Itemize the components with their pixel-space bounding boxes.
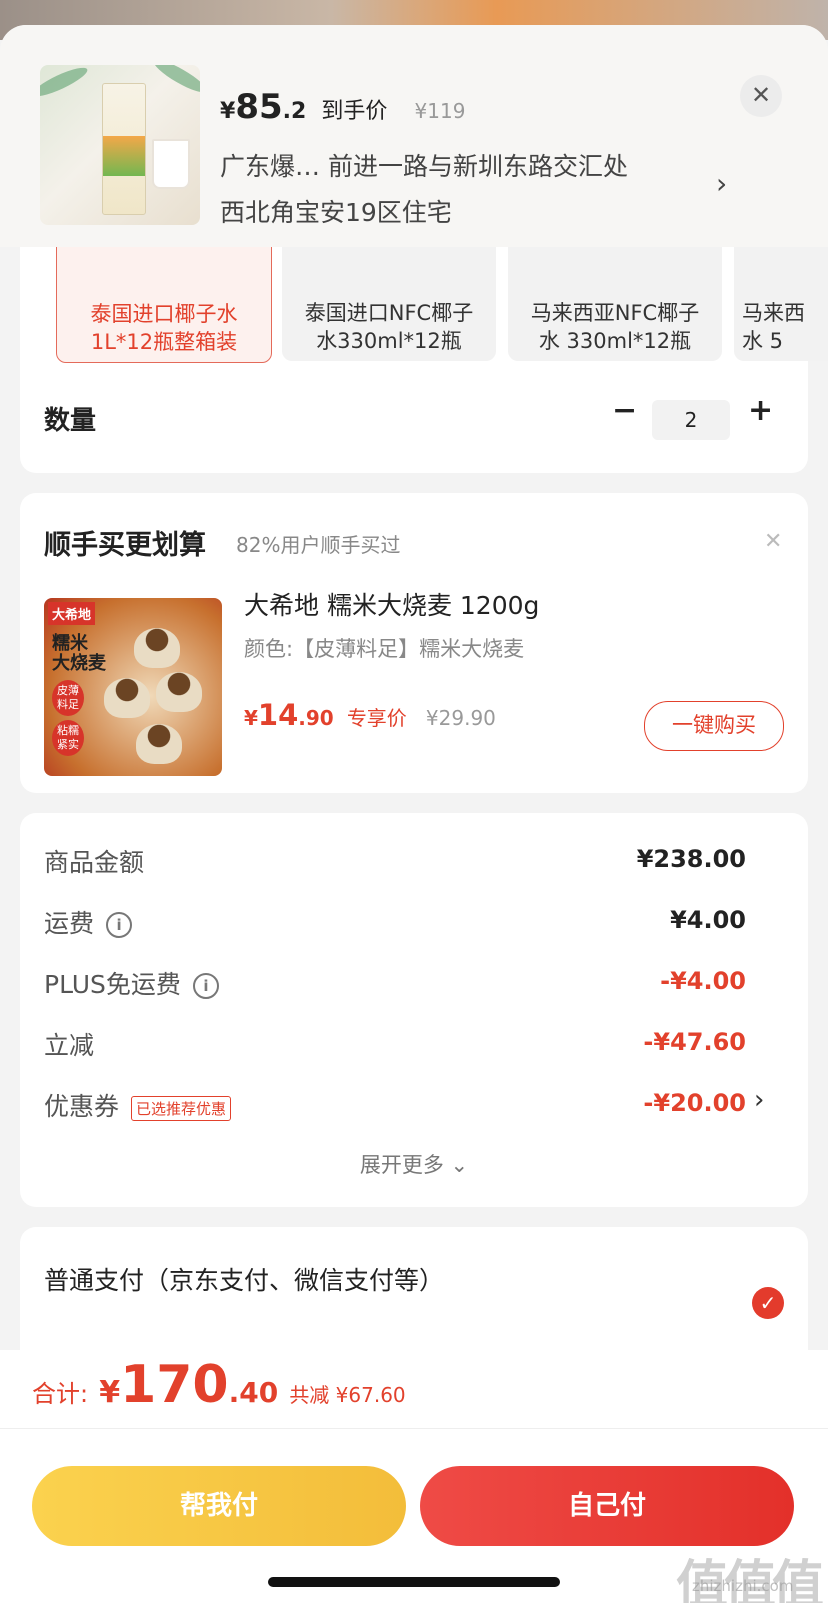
glass-icon <box>152 139 190 189</box>
quantity-minus-button[interactable]: − <box>612 393 637 428</box>
quantity-label: 数量 <box>44 406 97 436</box>
address-line-2[interactable]: 西北角宝安19区住宅 <box>220 193 452 229</box>
variant-label: 水330ml*12瓶 <box>316 329 462 353</box>
upsell-title: 顺手买更划算 <box>44 530 206 561</box>
palm-leaf-decoration <box>150 65 200 98</box>
original-price: ¥119 <box>414 99 466 123</box>
address-chevron-icon[interactable]: › <box>716 167 727 200</box>
upsell-original-price: ¥29.90 <box>425 706 496 730</box>
upsell-product-name[interactable]: 大希地 糯米大烧麦 1200g <box>244 586 539 622</box>
quantity-plus-button[interactable]: + <box>748 393 773 428</box>
image-caption: 糯米 大烧麦 <box>52 633 106 674</box>
image-badge-2: 粘糯 紧实 <box>52 720 84 756</box>
currency-symbol: ¥ <box>220 99 236 124</box>
coupon-label: 优惠券 <box>44 1092 120 1121</box>
home-indicator[interactable] <box>268 1577 560 1587</box>
plus-free-shipping-label: PLUS免运费 <box>44 970 181 999</box>
variant-label: 泰国进口椰子水 <box>90 302 238 326</box>
payment-method-card <box>20 1227 808 1367</box>
variant-label: 水 5 <box>742 329 784 353</box>
plus-free-shipping-value: -¥4.00 <box>660 967 746 995</box>
help-me-pay-button[interactable]: 帮我付 <box>32 1466 406 1546</box>
price-decimal: .2 <box>282 99 307 124</box>
coupon-row[interactable]: 优惠券 已选推荐优惠 <box>44 1087 232 1123</box>
shumai-icon <box>136 724 182 764</box>
coconut-water-carton <box>102 83 146 215</box>
variant-label: 1L*12瓶整箱装 <box>90 330 238 354</box>
shumai-icon <box>156 672 202 712</box>
checkmark-icon[interactable]: ✓ <box>752 1287 784 1319</box>
expand-more-button[interactable]: 展开更多 ⌄ <box>0 1149 828 1179</box>
total-integer: 170 <box>120 1355 229 1415</box>
upsell-product-spec: 颜色:【皮薄料足】糯米大烧麦 <box>244 637 525 661</box>
info-icon[interactable]: i <box>192 973 219 999</box>
total-label: 合计: <box>32 1380 89 1408</box>
shipping-value: ¥4.00 <box>670 906 746 934</box>
upsell-close-icon[interactable]: ✕ <box>764 529 782 554</box>
divider <box>0 1428 828 1429</box>
pay-myself-button[interactable]: 自己付 <box>420 1466 794 1546</box>
subtotal-value: ¥238.00 <box>636 845 746 873</box>
upsell-price: ¥14.90 专享价 ¥29.90 <box>244 698 496 732</box>
brand-logo-text: 大希地 <box>48 602 96 625</box>
upsell-subtitle: 82%用户顺手买过 <box>236 533 401 557</box>
one-click-buy-button[interactable]: 一键购买 <box>644 701 784 751</box>
close-icon: ✕ <box>750 81 772 109</box>
instant-discount-label: 立减 <box>44 1031 95 1060</box>
image-badge-1: 皮薄 料足 <box>52 680 84 716</box>
upsell-product-image[interactable]: 大希地 糯米 大烧麦 皮薄 料足 粘糯 紧实 <box>44 598 222 776</box>
quantity-input[interactable]: 2 <box>652 400 730 440</box>
total-saved: 共减 ¥67.60 <box>289 1383 406 1407</box>
close-button[interactable]: ✕ <box>740 75 782 117</box>
payment-method-label[interactable]: 普通支付（京东支付、微信支付等） <box>44 1261 444 1297</box>
info-icon[interactable]: i <box>106 912 133 938</box>
variant-label: 泰国进口NFC椰子 <box>304 301 474 325</box>
subtotal-label: 商品金额 <box>44 848 145 877</box>
coupon-chevron-icon[interactable]: › <box>754 1085 764 1115</box>
shipping-label: 运费 <box>44 909 95 938</box>
exclusive-price-label: 专享价 <box>346 706 407 730</box>
instant-discount-value: -¥47.60 <box>643 1028 746 1056</box>
price-integer: 85 <box>235 87 283 127</box>
plus-shipping-row: PLUS免运费 i <box>44 965 219 1001</box>
coupon-value[interactable]: -¥20.00 <box>643 1089 746 1117</box>
variant-label: 马来西亚NFC椰子 <box>530 301 700 325</box>
address-line-1[interactable]: 广东爆… 前进一路与新圳东路交汇处 <box>220 147 628 183</box>
product-thumbnail[interactable] <box>40 65 200 225</box>
watermark-site: zhizhizhi.com <box>692 1577 794 1595</box>
shipping-row: 运费 i <box>44 904 133 940</box>
total-decimal: .40 <box>228 1376 279 1409</box>
variant-label: 水 330ml*12瓶 <box>538 329 692 353</box>
total-price: 合计: ¥170.40 共减 ¥67.60 <box>32 1355 406 1415</box>
recommended-coupon-tag: 已选推荐优惠 <box>131 1095 232 1121</box>
final-price-label: 到手价 <box>321 99 388 124</box>
shumai-icon <box>104 678 150 718</box>
product-header: ¥85.2 到手价 ¥119 广东爆… 前进一路与新圳东路交汇处 西北角宝安19… <box>0 25 828 247</box>
price-row: ¥85.2 到手价 ¥119 <box>220 87 465 127</box>
checkout-sheet: ¥85.2 到手价 ¥119 广东爆… 前进一路与新圳东路交汇处 西北角宝安19… <box>0 25 828 1603</box>
shumai-icon <box>134 628 180 668</box>
palm-leaf-decoration <box>40 65 91 102</box>
variant-label: 马来西 <box>742 301 805 325</box>
